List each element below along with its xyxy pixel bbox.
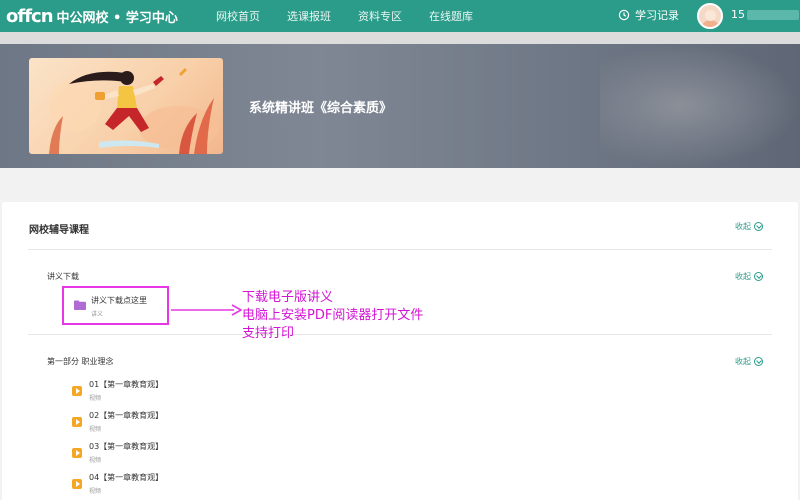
phone-prefix: 15 bbox=[731, 8, 745, 21]
handout-item-name: 讲义下载点这里 bbox=[91, 296, 147, 305]
running-girl-illustration bbox=[49, 68, 219, 154]
nav-home[interactable]: 网校首页 bbox=[216, 8, 260, 24]
offcn-logo[interactable]: offcn 中公网校 • 学习中心 bbox=[6, 4, 178, 28]
annotation-line-2: 电脑上安装PDF阅读器打开文件 bbox=[242, 308, 424, 323]
annotation-line-3: 支持打印 bbox=[242, 326, 295, 341]
card-title: 网校辅导课程 bbox=[29, 225, 89, 236]
annotation-line-1: 下载电子版讲义 bbox=[242, 290, 334, 305]
chevron-down-icon bbox=[754, 222, 763, 231]
avatar-body bbox=[701, 20, 720, 27]
avatar-face bbox=[705, 10, 716, 21]
video-item-name: 04【第一章教育观】 bbox=[89, 473, 164, 482]
collapse-section-handout-button[interactable]: 收起 bbox=[735, 271, 763, 282]
content-gap bbox=[0, 168, 800, 202]
logo-text: 中公网校 • 学习中心 bbox=[56, 10, 178, 26]
play-icon bbox=[72, 479, 82, 489]
study-history-link[interactable]: 学习记录 bbox=[618, 7, 679, 23]
divider bbox=[28, 334, 772, 335]
annotation-arrow-icon bbox=[171, 304, 242, 316]
divider bbox=[28, 249, 772, 250]
nav-select-course[interactable]: 选课报班 bbox=[287, 8, 331, 24]
nav-materials[interactable]: 资料专区 bbox=[358, 8, 402, 24]
collapse-label: 收起 bbox=[735, 357, 751, 366]
section-title-handout: 讲义下载 bbox=[47, 272, 79, 281]
video-item-type: 视频 bbox=[89, 426, 102, 433]
header-shadow-strip bbox=[0, 32, 800, 44]
collapse-label: 收起 bbox=[735, 222, 751, 231]
video-item-type: 视频 bbox=[89, 488, 102, 495]
course-title: 系统精讲班《综合素质》 bbox=[249, 101, 393, 116]
handout-download-item[interactable]: 讲义下载点这里 讲义 bbox=[62, 286, 169, 325]
section-title-part-one: 第一部分 职业理念 bbox=[47, 357, 114, 366]
nav-question-bank[interactable]: 在线题库 bbox=[429, 8, 473, 24]
video-item-type: 视频 bbox=[89, 395, 102, 402]
top-navigation-bar: offcn 中公网校 • 学习中心 网校首页 选课报班 资料专区 在线题库 学习… bbox=[0, 0, 800, 32]
video-item[interactable]: 04【第一章教育观】 视频 bbox=[2, 470, 402, 498]
logo-mark: offcn bbox=[6, 5, 54, 27]
study-history-label: 学习记录 bbox=[635, 9, 679, 22]
video-item-type: 视频 bbox=[89, 457, 102, 464]
clock-history-icon bbox=[618, 9, 630, 21]
banner-blur bbox=[600, 44, 800, 168]
course-content-card: 网校辅导课程 收起 讲义下载 收起 讲义下载点这里 讲义 第一部分 职业理念 收… bbox=[2, 202, 798, 500]
video-item-name: 01【第一章教育观】 bbox=[89, 380, 164, 389]
folder-icon bbox=[74, 300, 86, 310]
collapse-label: 收起 bbox=[735, 272, 751, 281]
video-item[interactable]: 01【第一章教育观】 视频 bbox=[2, 377, 402, 405]
video-item-name: 02【第一章教育观】 bbox=[89, 411, 164, 420]
chevron-down-icon bbox=[754, 357, 763, 366]
user-avatar[interactable] bbox=[697, 3, 723, 29]
phone-mask bbox=[747, 9, 799, 20]
chevron-down-icon bbox=[754, 272, 763, 281]
video-item[interactable]: 03【第一章教育观】 视频 bbox=[2, 439, 402, 467]
collapse-section-part-one-button[interactable]: 收起 bbox=[735, 356, 763, 367]
course-banner: 系统精讲班《综合素质》 bbox=[0, 44, 800, 168]
video-item[interactable]: 02【第一章教育观】 视频 bbox=[2, 408, 402, 436]
video-item-name: 03【第一章教育观】 bbox=[89, 442, 164, 451]
play-icon bbox=[72, 448, 82, 458]
handout-item-type: 讲义 bbox=[91, 311, 104, 318]
play-icon bbox=[72, 417, 82, 427]
collapse-all-button[interactable]: 收起 bbox=[735, 221, 763, 232]
user-phone[interactable]: 15 9 bbox=[731, 8, 800, 21]
play-icon bbox=[72, 386, 82, 396]
course-cover-image bbox=[29, 58, 223, 154]
